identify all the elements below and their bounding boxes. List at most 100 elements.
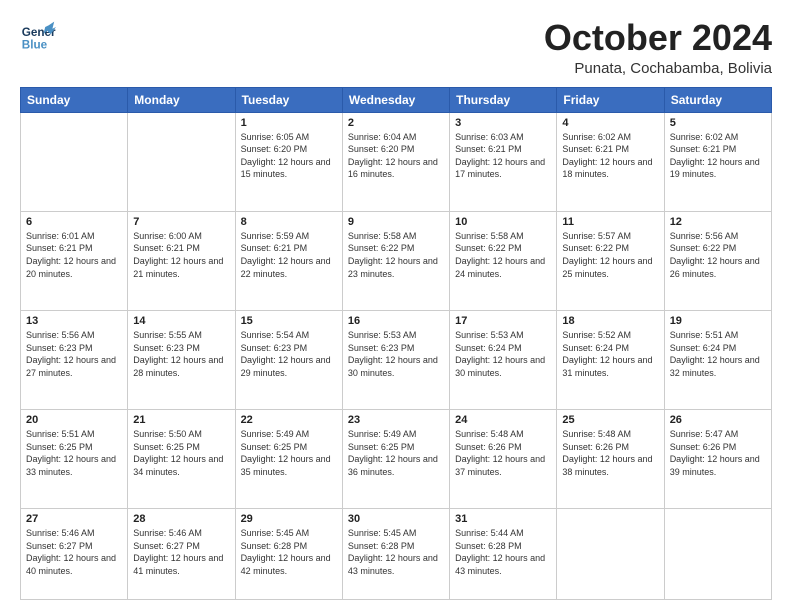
table-row: 24 Sunrise: 5:48 AMSunset: 6:26 PMDayligh… bbox=[450, 410, 557, 509]
table-row: 16 Sunrise: 5:53 AMSunset: 6:23 PMDayligh… bbox=[342, 310, 449, 409]
table-row: 2Sunrise: 6:04 AMSunset: 6:20 PMDaylight… bbox=[342, 112, 449, 211]
col-monday: Monday bbox=[128, 87, 235, 112]
calendar-week-row: 6 Sunrise: 6:01 AMSunset: 6:21 PMDaylight… bbox=[21, 211, 772, 310]
day-info: Sunrise: 5:46 AMSunset: 6:27 PMDaylight:… bbox=[26, 527, 122, 577]
table-row: 20Sunrise: 5:51 AMSunset: 6:25 PMDayligh… bbox=[21, 410, 128, 509]
month-year: October 2024 bbox=[544, 18, 772, 58]
calendar-table: Sunday Monday Tuesday Wednesday Thursday… bbox=[20, 87, 772, 600]
table-row: 13 Sunrise: 5:56 AMSunset: 6:23 PMDayligh… bbox=[21, 310, 128, 409]
day-number: 21 bbox=[133, 414, 229, 426]
day-info: Sunrise: 6:01 AMSunset: 6:21 PMDaylight:… bbox=[26, 230, 122, 280]
day-number: 7 bbox=[133, 216, 229, 228]
day-number: 19 bbox=[670, 315, 766, 327]
day-info: Sunrise: 5:55 AMSunset: 6:23 PMDaylight:… bbox=[133, 329, 229, 379]
day-number: 26 bbox=[670, 414, 766, 426]
day-number: 15 bbox=[241, 315, 337, 327]
table-row: 31 Sunrise: 5:44 AMSunset: 6:28 PMDayligh… bbox=[450, 509, 557, 600]
day-info: Sunrise: 5:53 AMSunset: 6:23 PMDaylight:… bbox=[348, 329, 444, 379]
day-number: 24 bbox=[455, 414, 551, 426]
table-row bbox=[557, 509, 664, 600]
day-info: Sunrise: 5:51 AMSunset: 6:24 PMDaylight:… bbox=[670, 329, 766, 379]
table-row: 29 Sunrise: 5:45 AMSunset: 6:28 PMDayligh… bbox=[235, 509, 342, 600]
col-friday: Friday bbox=[557, 87, 664, 112]
day-info: Sunrise: 5:48 AMSunset: 6:26 PMDaylight:… bbox=[562, 428, 658, 478]
day-number: 3 bbox=[455, 117, 551, 129]
day-info: Sunrise: 6:02 AMSunset: 6:21 PMDaylight:… bbox=[670, 131, 766, 181]
col-saturday: Saturday bbox=[664, 87, 771, 112]
day-number: 8 bbox=[241, 216, 337, 228]
table-row: 28 Sunrise: 5:46 AMSunset: 6:27 PMDayligh… bbox=[128, 509, 235, 600]
day-info: Sunrise: 6:05 AMSunset: 6:20 PMDaylight:… bbox=[241, 131, 337, 181]
col-tuesday: Tuesday bbox=[235, 87, 342, 112]
day-number: 5 bbox=[670, 117, 766, 129]
table-row: 3Sunrise: 6:03 AMSunset: 6:21 PMDaylight… bbox=[450, 112, 557, 211]
day-number: 18 bbox=[562, 315, 658, 327]
day-info: Sunrise: 6:02 AMSunset: 6:21 PMDaylight:… bbox=[562, 131, 658, 181]
day-number: 28 bbox=[133, 513, 229, 525]
day-number: 31 bbox=[455, 513, 551, 525]
day-info: Sunrise: 5:44 AMSunset: 6:28 PMDaylight:… bbox=[455, 527, 551, 577]
day-info: Sunrise: 5:53 AMSunset: 6:24 PMDaylight:… bbox=[455, 329, 551, 379]
logo: General Blue bbox=[20, 18, 56, 54]
day-number: 2 bbox=[348, 117, 444, 129]
table-row: 9 Sunrise: 5:58 AMSunset: 6:22 PMDaylight… bbox=[342, 211, 449, 310]
calendar-week-row: 27 Sunrise: 5:46 AMSunset: 6:27 PMDayligh… bbox=[21, 509, 772, 600]
day-number: 29 bbox=[241, 513, 337, 525]
table-row: 15 Sunrise: 5:54 AMSunset: 6:23 PMDayligh… bbox=[235, 310, 342, 409]
table-row: 22 Sunrise: 5:49 AMSunset: 6:25 PMDayligh… bbox=[235, 410, 342, 509]
day-number: 6 bbox=[26, 216, 122, 228]
day-info: Sunrise: 5:49 AMSunset: 6:25 PMDaylight:… bbox=[348, 428, 444, 478]
table-row: 18 Sunrise: 5:52 AMSunset: 6:24 PMDayligh… bbox=[557, 310, 664, 409]
table-row: 12Sunrise: 5:56 AMSunset: 6:22 PMDayligh… bbox=[664, 211, 771, 310]
calendar-week-row: 20Sunrise: 5:51 AMSunset: 6:25 PMDayligh… bbox=[21, 410, 772, 509]
table-row: 25 Sunrise: 5:48 AMSunset: 6:26 PMDayligh… bbox=[557, 410, 664, 509]
day-number: 17 bbox=[455, 315, 551, 327]
day-info: Sunrise: 5:57 AMSunset: 6:22 PMDaylight:… bbox=[562, 230, 658, 280]
day-info: Sunrise: 5:52 AMSunset: 6:24 PMDaylight:… bbox=[562, 329, 658, 379]
day-info: Sunrise: 6:00 AMSunset: 6:21 PMDaylight:… bbox=[133, 230, 229, 280]
col-wednesday: Wednesday bbox=[342, 87, 449, 112]
table-row: 30Sunrise: 5:45 AMSunset: 6:28 PMDayligh… bbox=[342, 509, 449, 600]
day-number: 9 bbox=[348, 216, 444, 228]
table-row: 21 Sunrise: 5:50 AMSunset: 6:25 PMDayligh… bbox=[128, 410, 235, 509]
day-info: Sunrise: 5:47 AMSunset: 6:26 PMDaylight:… bbox=[670, 428, 766, 478]
day-number: 30 bbox=[348, 513, 444, 525]
table-row: 7 Sunrise: 6:00 AMSunset: 6:21 PMDaylight… bbox=[128, 211, 235, 310]
day-info: Sunrise: 5:45 AMSunset: 6:28 PMDaylight:… bbox=[241, 527, 337, 577]
col-sunday: Sunday bbox=[21, 87, 128, 112]
day-info: Sunrise: 5:49 AMSunset: 6:25 PMDaylight:… bbox=[241, 428, 337, 478]
title-block: October 2024 Punata, Cochabamba, Bolivia bbox=[544, 18, 772, 77]
day-info: Sunrise: 5:46 AMSunset: 6:27 PMDaylight:… bbox=[133, 527, 229, 577]
table-row bbox=[21, 112, 128, 211]
table-row bbox=[664, 509, 771, 600]
day-number: 25 bbox=[562, 414, 658, 426]
day-number: 16 bbox=[348, 315, 444, 327]
calendar-week-row: 13 Sunrise: 5:56 AMSunset: 6:23 PMDayligh… bbox=[21, 310, 772, 409]
day-number: 22 bbox=[241, 414, 337, 426]
day-number: 13 bbox=[26, 315, 122, 327]
day-number: 11 bbox=[562, 216, 658, 228]
day-info: Sunrise: 5:50 AMSunset: 6:25 PMDaylight:… bbox=[133, 428, 229, 478]
day-number: 27 bbox=[26, 513, 122, 525]
table-row bbox=[128, 112, 235, 211]
table-row: 6 Sunrise: 6:01 AMSunset: 6:21 PMDaylight… bbox=[21, 211, 128, 310]
table-row: 17 Sunrise: 5:53 AMSunset: 6:24 PMDayligh… bbox=[450, 310, 557, 409]
day-info: Sunrise: 5:58 AMSunset: 6:22 PMDaylight:… bbox=[455, 230, 551, 280]
day-number: 20 bbox=[26, 414, 122, 426]
table-row: 27 Sunrise: 5:46 AMSunset: 6:27 PMDayligh… bbox=[21, 509, 128, 600]
table-row: 1 Sunrise: 6:05 AMSunset: 6:20 PMDaylight… bbox=[235, 112, 342, 211]
day-info: Sunrise: 5:58 AMSunset: 6:22 PMDaylight:… bbox=[348, 230, 444, 280]
table-row: 10 Sunrise: 5:58 AMSunset: 6:22 PMDayligh… bbox=[450, 211, 557, 310]
table-row: 8 Sunrise: 5:59 AMSunset: 6:21 PMDaylight… bbox=[235, 211, 342, 310]
day-number: 14 bbox=[133, 315, 229, 327]
day-info: Sunrise: 5:54 AMSunset: 6:23 PMDaylight:… bbox=[241, 329, 337, 379]
table-row: 26 Sunrise: 5:47 AMSunset: 6:26 PMDayligh… bbox=[664, 410, 771, 509]
day-number: 1 bbox=[241, 117, 337, 129]
day-info: Sunrise: 5:59 AMSunset: 6:21 PMDaylight:… bbox=[241, 230, 337, 280]
calendar-week-row: 1 Sunrise: 6:05 AMSunset: 6:20 PMDaylight… bbox=[21, 112, 772, 211]
table-row: 11 Sunrise: 5:57 AMSunset: 6:22 PMDayligh… bbox=[557, 211, 664, 310]
day-number: 10 bbox=[455, 216, 551, 228]
day-info: Sunrise: 5:48 AMSunset: 6:26 PMDaylight:… bbox=[455, 428, 551, 478]
day-info: Sunrise: 5:56 AMSunset: 6:23 PMDaylight:… bbox=[26, 329, 122, 379]
day-number: 23 bbox=[348, 414, 444, 426]
